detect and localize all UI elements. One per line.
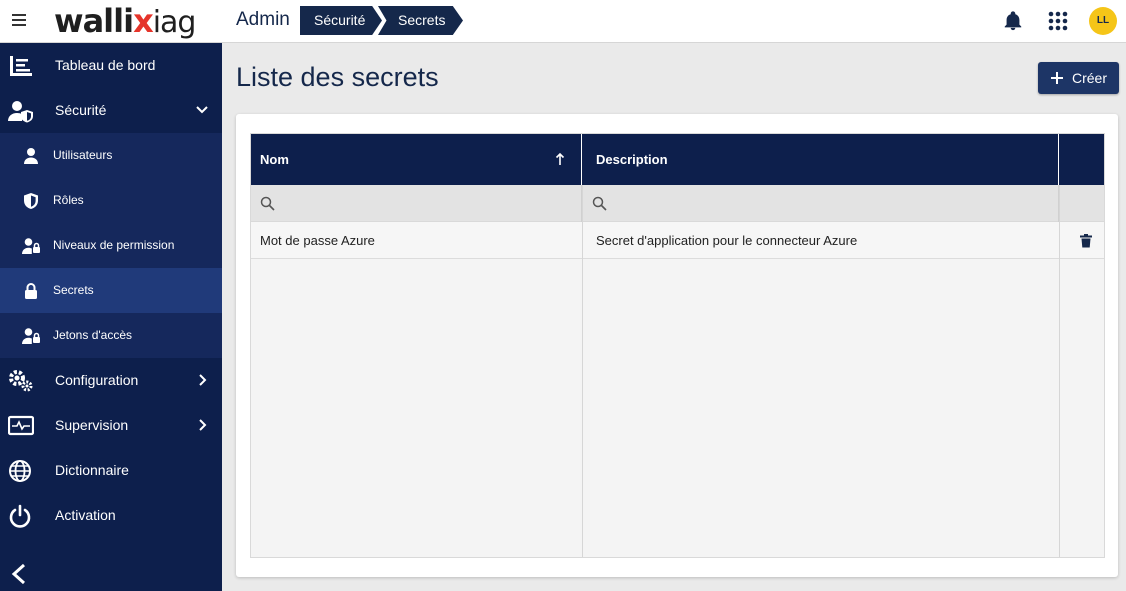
lock-icon [25,283,37,299]
create-button-label: Créer [1072,70,1108,86]
sidebar-item-label: Secrets [53,283,94,297]
chevron-right-icon [199,374,207,386]
menu-icon[interactable] [12,14,26,26]
globe-icon [9,460,31,482]
secrets-table: Nom Description Mot de passe Azure Secre… [250,133,1105,558]
sidebar-item-niveaux-de-permission[interactable]: Niveaux de permission [0,223,222,268]
user-lock-icon [22,238,40,254]
section-title: Admin [236,9,290,30]
search-icon [592,196,607,211]
dashboard-icon [10,56,32,76]
sidebar-item-label: Activation [55,507,116,523]
column-divider [1059,185,1060,557]
column-header-nom[interactable]: Nom [251,134,582,185]
user-shield-icon [8,101,33,123]
bell-icon[interactable] [1002,10,1024,32]
filter-description-input[interactable] [612,193,892,213]
sidebar-item-activation[interactable]: Activation [0,493,222,538]
chevron-right-icon [199,419,207,431]
sidebar-item-utilisateurs[interactable]: Utilisateurs [0,133,222,178]
search-icon [260,196,275,211]
breadcrumb-securite[interactable]: Sécurité [300,6,382,35]
table-header: Nom Description [251,134,1104,185]
gears-icon [9,370,33,392]
sidebar-item-supervision[interactable]: Supervision [0,403,222,448]
filter-nom-input[interactable] [281,193,561,213]
sidebar-item-jetons-d-acces[interactable]: Jetons d'accès [0,313,222,358]
table-row[interactable]: Mot de passe Azure Secret d'application … [251,222,1104,259]
sidebar-item-label: Sécurité [55,102,107,118]
column-header-description[interactable]: Description [582,134,1059,185]
create-button[interactable]: Créer [1038,62,1119,94]
page-title: Liste des secrets [236,62,439,92]
filter-row [251,185,1104,222]
column-divider [582,185,583,557]
sidebar-item-label: Utilisateurs [53,148,113,162]
sidebar-item-label: Jetons d'accès [53,328,133,342]
trash-icon[interactable] [1080,234,1092,248]
power-icon [9,504,31,528]
sidebar-item-label: Supervision [55,417,129,433]
monitor-icon [8,415,34,436]
sidebar-item-label: Niveaux de permission [53,238,175,252]
sidebar-item-securite[interactable]: Sécurité [0,88,222,133]
sidebar-item-label: Configuration [55,372,139,388]
sidebar: Tableau de bord Sécurité Utilisateurs Rô… [0,43,222,591]
collapse-sidebar-icon[interactable] [10,563,28,585]
secrets-card: Nom Description Mot de passe Azure Secre… [236,114,1118,577]
filter-nom [251,185,582,222]
logo: wallixiag [54,2,196,40]
plus-icon [1051,72,1063,84]
shield-icon [24,193,38,209]
avatar[interactable]: LL [1089,7,1117,35]
chevron-down-icon [196,106,208,114]
top-bar: wallixiag Admin Sécurité Secrets LL [0,0,1126,43]
sort-ascending-icon[interactable] [555,152,565,166]
user-icon [24,148,38,164]
breadcrumb-secrets[interactable]: Secrets [378,6,463,35]
sidebar-item-label: Rôles [53,193,84,207]
sidebar-item-label: Tableau de bord [55,57,156,73]
column-header-actions [1059,134,1104,185]
cell-nom: Mot de passe Azure [260,233,375,248]
user-key-icon [22,328,40,344]
sidebar-item-secrets[interactable]: Secrets [0,268,222,313]
filter-description [582,185,1059,222]
sidebar-item-dictionnaire[interactable]: Dictionnaire [0,448,222,493]
sidebar-item-label: Dictionnaire [55,462,129,478]
sidebar-item-roles[interactable]: Rôles [0,178,222,223]
sidebar-item-tableau-de-bord[interactable]: Tableau de bord [0,43,222,88]
sidebar-item-configuration[interactable]: Configuration [0,358,222,403]
cell-description: Secret d'application pour le connecteur … [596,233,858,248]
apps-grid-icon[interactable] [1048,11,1068,31]
